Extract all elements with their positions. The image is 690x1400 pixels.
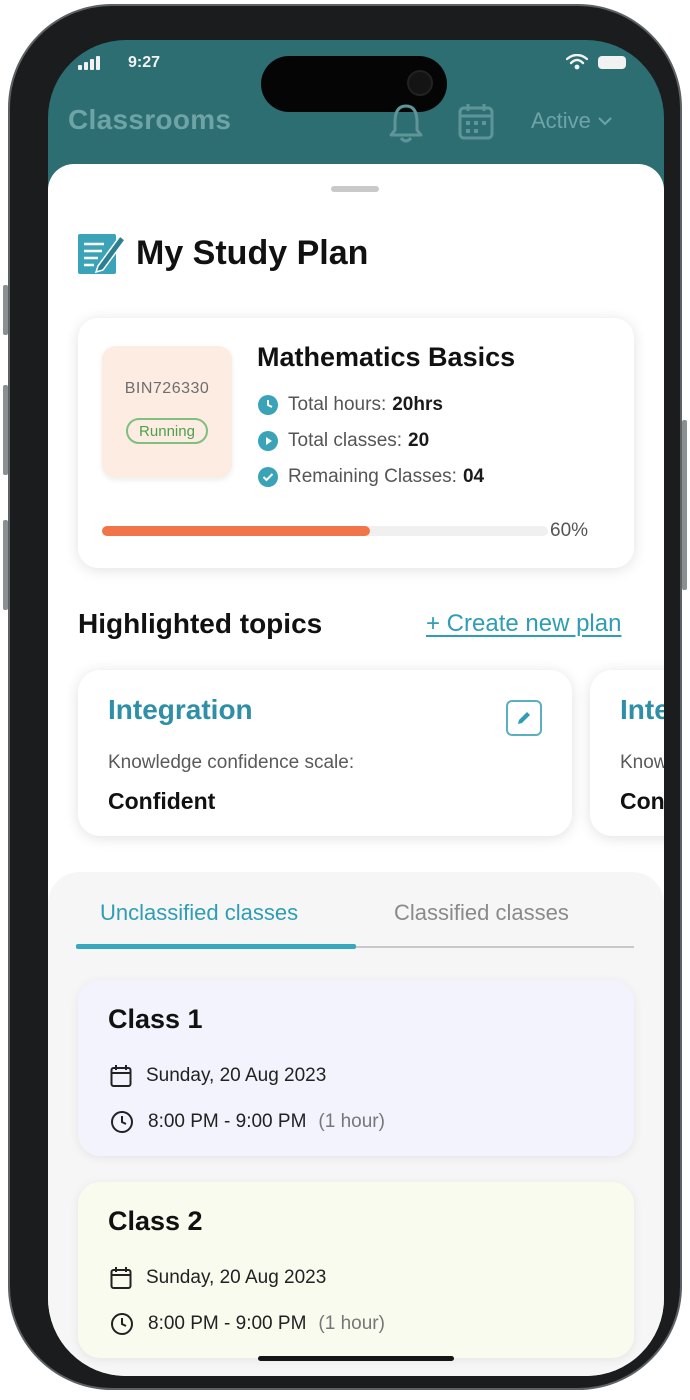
- status-time: 9:27: [128, 54, 161, 71]
- total-classes-label: Total classes:: [288, 430, 403, 451]
- tab-unclassified-classes[interactable]: Unclassified classes: [100, 900, 298, 926]
- confidence-value: Confident: [108, 788, 216, 814]
- sheet-grabber[interactable]: [331, 186, 379, 192]
- wifi-icon: [566, 54, 588, 70]
- clock-icon: [258, 395, 278, 415]
- calendar-icon[interactable]: [458, 102, 494, 140]
- class-date-row: Sunday, 20 Aug 2023: [110, 1266, 326, 1290]
- topic-card[interactable]: Integration Knowledge confidence scale: …: [590, 670, 664, 836]
- total-hours-label: Total hours:: [288, 394, 387, 415]
- study-plan-sheet: My Study Plan BIN726330 Running Mathemat…: [48, 164, 664, 1376]
- check-circle-icon: [258, 467, 278, 487]
- class-time-row: 8:00 PM - 9:00 PM (1 hour): [110, 1110, 385, 1134]
- topic-card[interactable]: Integration Knowledge confidence scale: …: [78, 670, 572, 836]
- progress-bar: [102, 526, 548, 536]
- battery-icon: [598, 56, 626, 69]
- bell-icon[interactable]: [386, 100, 426, 144]
- screen: 9:27 Classrooms Active My Study Plan BIN…: [48, 40, 664, 1376]
- signal-icon: [78, 56, 102, 70]
- class-time: 8:00 PM - 9:00 PM: [148, 1313, 307, 1334]
- active-tab-indicator: [76, 944, 356, 949]
- status-filter-label: Active: [531, 108, 591, 133]
- camera-icon: [407, 70, 433, 96]
- pencil-icon: [518, 712, 530, 724]
- confidence-value: Confident: [620, 788, 664, 814]
- class-date: Sunday, 20 Aug 2023: [146, 1065, 327, 1086]
- calendar-icon: [110, 1065, 132, 1087]
- remaining-classes-label: Remaining Classes:: [288, 466, 457, 487]
- class-card[interactable]: Class 2 Sunday, 20 Aug 2023 8:00 PM - 9:…: [78, 1182, 634, 1358]
- remaining-classes-value: 04: [462, 466, 485, 487]
- page-title: My Study Plan: [136, 234, 369, 272]
- class-date: Sunday, 20 Aug 2023: [146, 1267, 327, 1288]
- progress-fill: [102, 526, 370, 536]
- class-duration: (1 hour): [318, 1313, 385, 1334]
- course-badge: BIN726330 Running: [102, 346, 232, 478]
- highlighted-topics-title: Highlighted topics: [78, 608, 323, 639]
- clock-icon: [111, 1313, 133, 1335]
- class-title: Class 1: [108, 1004, 203, 1034]
- course-card[interactable]: BIN726330 Running Mathematics Basics Tot…: [78, 318, 634, 568]
- phone-frame: 9:27 Classrooms Active My Study Plan BIN…: [8, 4, 682, 1390]
- class-date-row: Sunday, 20 Aug 2023: [110, 1064, 326, 1088]
- class-card[interactable]: Class 1 Sunday, 20 Aug 2023 8:00 PM - 9:…: [78, 980, 634, 1156]
- status-badge: Running: [126, 418, 208, 444]
- calendar-icon: [110, 1267, 132, 1289]
- chevron-down-icon: [598, 117, 612, 126]
- total-classes-value: 20: [408, 430, 430, 451]
- total-hours-row: Total hours: 20hrs: [258, 394, 443, 416]
- confidence-scale-label: Knowledge confidence scale:: [620, 752, 664, 773]
- progress-label: 60%: [550, 520, 589, 541]
- total-classes-row: Total classes: 20: [258, 430, 429, 452]
- class-time-row: 8:00 PM - 9:00 PM (1 hour): [110, 1312, 385, 1336]
- total-hours-value: 20hrs: [392, 394, 443, 415]
- clock-icon: [111, 1111, 133, 1133]
- course-name: Mathematics Basics: [257, 342, 516, 372]
- class-duration: (1 hour): [318, 1111, 385, 1132]
- course-code: BIN726330: [124, 380, 210, 397]
- play-circle-icon: [258, 431, 278, 451]
- status-filter-dropdown[interactable]: Active: [531, 108, 613, 134]
- home-indicator[interactable]: [258, 1356, 454, 1361]
- topic-name: Integration: [620, 694, 664, 725]
- create-new-plan-link[interactable]: + Create new plan: [426, 610, 621, 638]
- remaining-classes-row: Remaining Classes: 04: [258, 466, 484, 488]
- notepad-pencil-icon: [78, 234, 126, 274]
- classes-panel: Unclassified classes Classified classes …: [48, 872, 664, 1376]
- confidence-scale-label: Knowledge confidence scale:: [108, 752, 355, 773]
- app-title: Classrooms: [68, 104, 232, 135]
- power-button: [682, 420, 687, 590]
- class-title: Class 2: [108, 1206, 203, 1236]
- edit-topic-button[interactable]: [506, 700, 542, 736]
- class-time: 8:00 PM - 9:00 PM: [148, 1111, 307, 1132]
- tab-classified-classes[interactable]: Classified classes: [394, 900, 569, 926]
- topic-name: Integration: [108, 694, 253, 725]
